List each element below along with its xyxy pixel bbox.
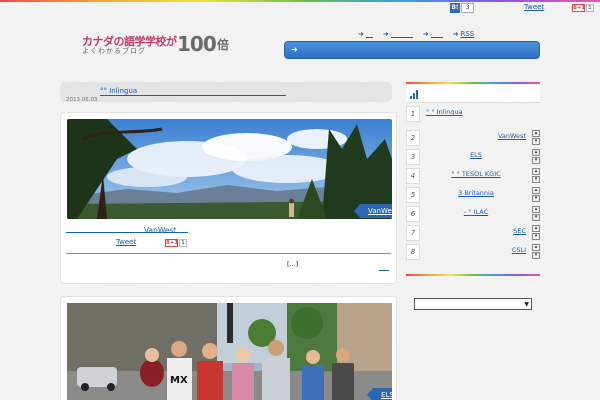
- down-icon[interactable]: ▾: [532, 252, 540, 259]
- ranking-header: [406, 85, 540, 103]
- rank-stepper[interactable]: ▴ ▾: [532, 225, 540, 241]
- rainbow-divider: [406, 274, 540, 276]
- down-icon[interactable]: ▾: [532, 233, 540, 240]
- rank-title[interactable]: VanWest: [426, 132, 526, 140]
- rank-title[interactable]: CSLI: [426, 246, 526, 254]
- search-input[interactable]: [303, 44, 535, 56]
- ranking-item[interactable]: 3 ELS ▴ ▾: [406, 149, 540, 167]
- ranking-item[interactable]: 4 ° ° TESOL KGIC ▴ ▾: [406, 168, 540, 186]
- logo-subtitle: よくわかるブログ: [82, 47, 146, 55]
- header-nav-item-2[interactable]: ➜: [383, 30, 413, 38]
- read-more-link[interactable]: [379, 270, 389, 271]
- down-icon[interactable]: ▾: [532, 157, 540, 164]
- rank-stepper[interactable]: ▴ ▾: [532, 149, 540, 165]
- post-card: VanWest: [60, 112, 397, 284]
- rank-stepper[interactable]: ▴ ▾: [532, 206, 540, 222]
- rank-number: 6: [406, 206, 420, 222]
- google-plus-icon: 8+1: [165, 239, 179, 247]
- rank-stepper[interactable]: ▴ ▾: [532, 244, 540, 260]
- hatena-bookmark-icon: B!: [450, 3, 460, 13]
- ranking-item[interactable]: 1 ° ° Inlingua: [406, 106, 540, 124]
- up-icon[interactable]: ▴: [532, 187, 540, 194]
- up-icon[interactable]: ▴: [532, 168, 540, 175]
- rank-stepper[interactable]: ▴ ▾: [532, 187, 540, 203]
- bar-chart-icon: [410, 90, 420, 99]
- down-icon[interactable]: ▾: [532, 214, 540, 221]
- ranking-item[interactable]: 5 3 Britannia ▴ ▾: [406, 187, 540, 205]
- header-nav-item-3[interactable]: ➜: [423, 30, 443, 38]
- up-icon[interactable]: ▴: [532, 244, 540, 251]
- ranking-item[interactable]: 6 - ° ILAC ▴ ▾: [406, 206, 540, 224]
- divider: [66, 253, 391, 254]
- rank-number: 1: [406, 106, 420, 122]
- rank-number: 3: [406, 149, 420, 165]
- landscape-photo: [67, 119, 392, 219]
- rank-title[interactable]: ° ° TESOL KGIC: [426, 170, 526, 178]
- rank-title[interactable]: ELS: [426, 151, 526, 159]
- ranking-item[interactable]: 7 SEC ▴ ▾: [406, 225, 540, 243]
- category-tag[interactable]: ELS: [367, 388, 392, 400]
- google-plus-icon: 8+1: [572, 4, 586, 12]
- rank-number: 4: [406, 168, 420, 184]
- post-title-underline: [100, 95, 286, 96]
- post-title-bar: °° Inlingua: [60, 82, 392, 102]
- ranking-item[interactable]: 8 CSLI ▴ ▾: [406, 244, 540, 262]
- up-icon[interactable]: ▴: [532, 206, 540, 213]
- top-rainbow-strip: [0, 0, 600, 2]
- arrow-right-icon: ➜: [452, 30, 459, 38]
- school-name-link[interactable]: VanWest: [144, 226, 176, 235]
- tweet-button[interactable]: Tweet: [116, 238, 136, 246]
- down-icon[interactable]: ▾: [532, 138, 540, 145]
- rank-title[interactable]: ° ° Inlingua: [426, 108, 486, 116]
- up-icon[interactable]: ▴: [532, 130, 540, 137]
- search-bar[interactable]: ➜: [284, 41, 540, 59]
- up-icon[interactable]: ▴: [532, 225, 540, 232]
- post-date: 2013.06.03: [66, 97, 98, 103]
- rank-stepper[interactable]: ▴ ▾: [532, 130, 540, 146]
- rank-number: 5: [406, 187, 420, 203]
- category-select[interactable]: ▼: [414, 298, 532, 310]
- hatena-bookmark-button[interactable]: B! 3: [450, 3, 474, 13]
- chevron-down-icon: ▼: [524, 301, 529, 308]
- google-plus-count: 1: [179, 239, 187, 247]
- rank-title[interactable]: SEC: [426, 227, 526, 235]
- down-icon[interactable]: ▾: [532, 195, 540, 202]
- header-nav: ➜ ➜ ➜ ➜ RSS: [358, 30, 488, 38]
- logo-number: 100: [177, 32, 217, 56]
- google-plus-button[interactable]: 8+1 1: [165, 239, 187, 247]
- up-icon[interactable]: ▴: [532, 149, 540, 156]
- social-bar: B! 3 Tweet 8+1 1: [450, 3, 600, 13]
- school-name-underline: [66, 232, 188, 233]
- arrow-right-icon: ➜: [291, 45, 298, 54]
- google-plus-button[interactable]: 8+1 1: [572, 4, 594, 12]
- ranking-panel: 1 ° ° Inlingua 2 VanWest ▴ ▾ 3 ELS ▴ ▾ 4 °…: [406, 82, 540, 276]
- post-excerpt: [...]: [287, 260, 299, 268]
- rainbow-divider: [406, 82, 540, 84]
- tweet-button[interactable]: Tweet: [524, 3, 544, 11]
- rank-number: 7: [406, 225, 420, 241]
- arrow-right-icon: ➜: [358, 30, 364, 38]
- rank-title[interactable]: 3 Britannia: [426, 189, 526, 197]
- rank-title[interactable]: - ° ILAC: [426, 208, 526, 216]
- down-icon[interactable]: ▾: [532, 176, 540, 183]
- rank-number: 8: [406, 244, 420, 260]
- arrow-right-icon: ➜: [382, 30, 389, 38]
- post-card: MX ELS: [60, 296, 397, 400]
- rank-number: 2: [406, 130, 420, 146]
- header-nav-rss[interactable]: ➜ RSS: [453, 30, 489, 38]
- arrow-right-icon: ➜: [422, 30, 429, 38]
- category-tag[interactable]: VanWest: [353, 204, 392, 218]
- post-photo[interactable]: MX ELS: [67, 303, 392, 400]
- rank-stepper[interactable]: ▴ ▾: [532, 168, 540, 184]
- header-nav-item-1[interactable]: ➜: [358, 30, 373, 38]
- ranking-item[interactable]: 2 VanWest ▴ ▾: [406, 130, 540, 148]
- hatena-count: 3: [461, 3, 474, 13]
- street-crowd-photo: MX: [67, 303, 392, 400]
- google-plus-count: 1: [586, 4, 594, 12]
- post-photo[interactable]: VanWest: [67, 119, 392, 219]
- logo-suffix: 倍: [217, 38, 230, 52]
- post-title[interactable]: °° Inlingua: [100, 87, 285, 95]
- svg-text:MX: MX: [170, 375, 188, 386]
- site-logo[interactable]: カナダの語学学校が よくわかるブログ 100 倍: [82, 32, 242, 56]
